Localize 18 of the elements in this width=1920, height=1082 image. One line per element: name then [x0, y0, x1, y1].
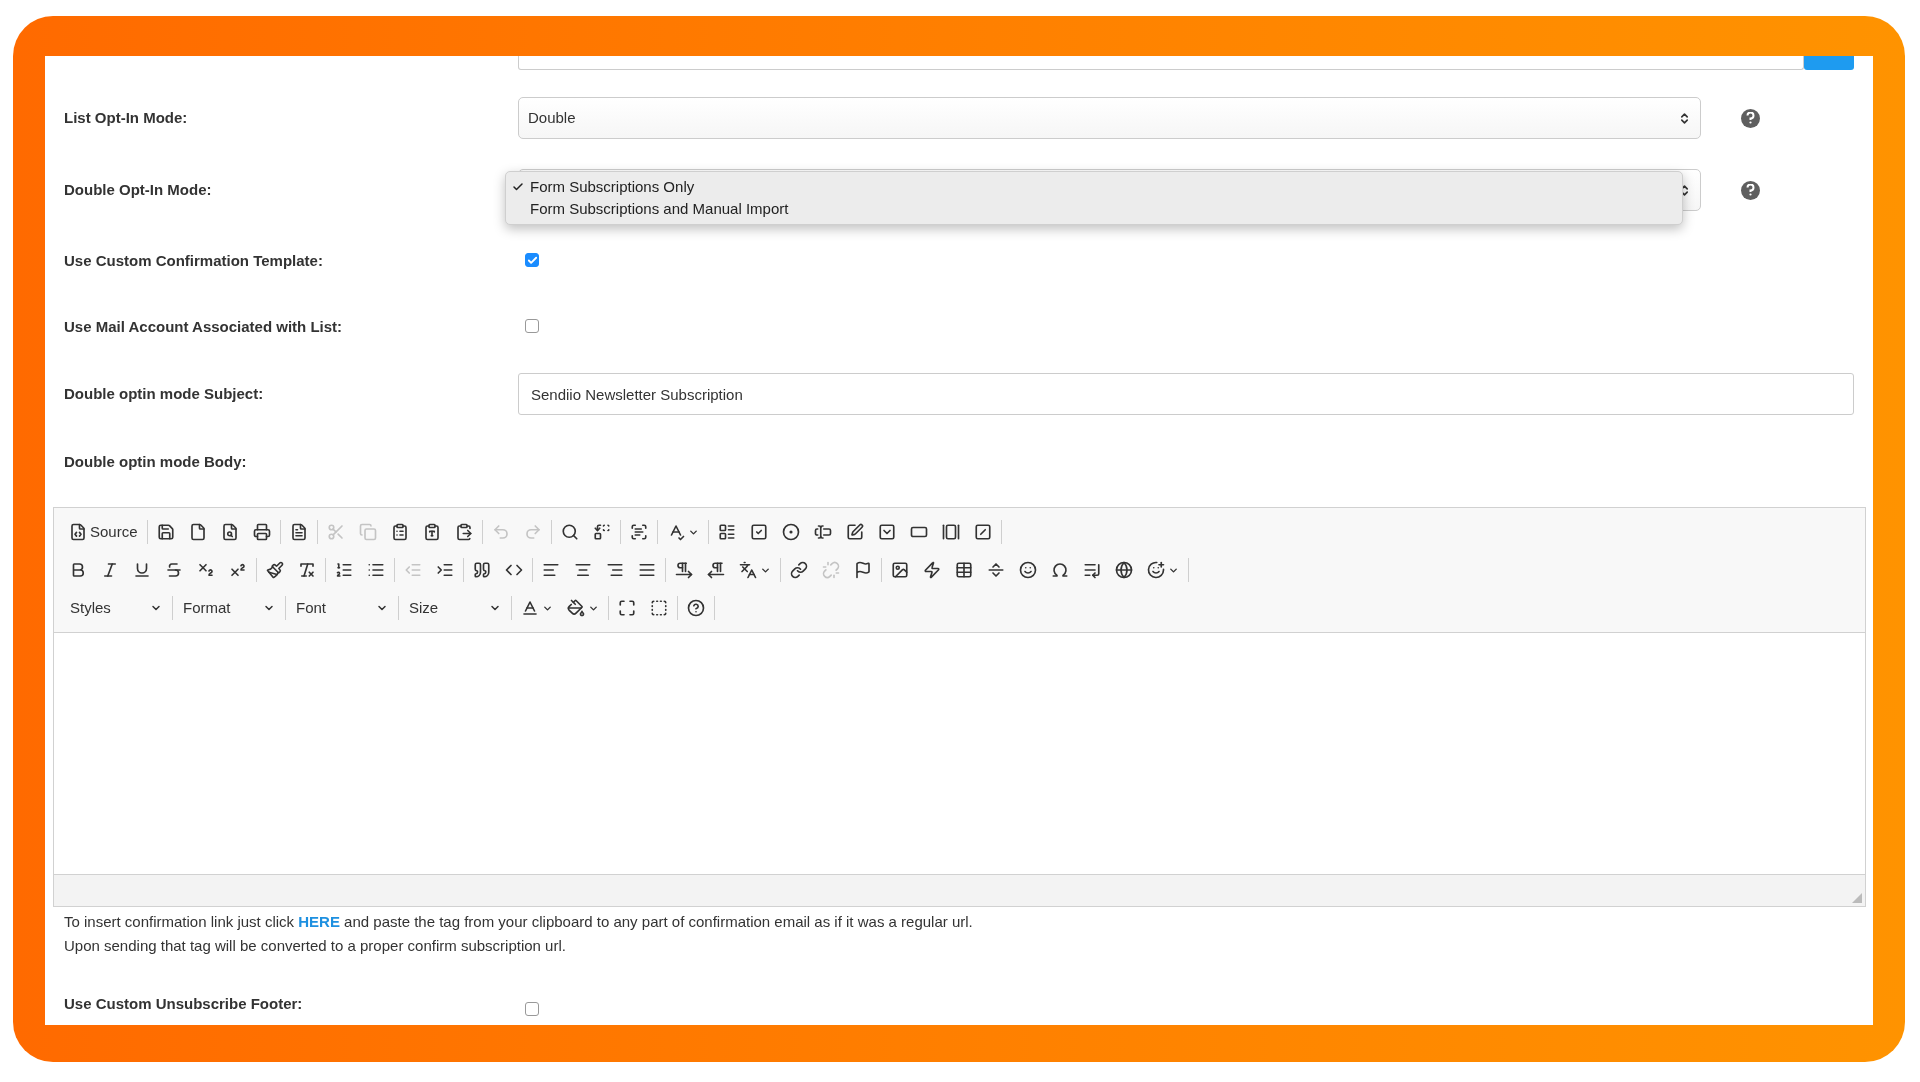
- field-label: Use Custom Confirmation Template:: [64, 251, 324, 271]
- toolbar-combo[interactable]: Size: [401, 594, 509, 622]
- select-field[interactable]: Double: [518, 97, 1701, 139]
- field-label: Double optin mode Subject:: [64, 383, 265, 404]
- menu-option[interactable]: Form Subscriptions and Manual Import: [530, 197, 789, 221]
- toolbar-combo[interactable]: Format: [175, 594, 283, 622]
- help-text: To insert confirmation link just click HERE and paste the tag from your clipboard to any part of confirmation email as if it was a regular url.: [64, 912, 974, 932]
- field-label: Use Mail Account Associated with List:: [64, 317, 344, 337]
- toolbar-combo[interactable]: Font: [288, 594, 396, 622]
- field-label: List Opt-In Mode:: [64, 107, 189, 128]
- subject-field[interactable]: Sendiio Newsletter Subscription: [518, 373, 1854, 415]
- toolbar-combo[interactable]: Styles: [62, 594, 170, 622]
- menu-option[interactable]: Form Subscriptions Only: [530, 175, 695, 199]
- toolbar-button[interactable]: Source: [62, 518, 145, 546]
- field-label: Double Opt-In Mode:: [64, 179, 213, 200]
- field-label: Double optin mode Body:: [64, 451, 248, 472]
- field-label: Use Custom Unsubscribe Footer:: [64, 994, 304, 1014]
- help-text: Upon sending that tag will be converted to a proper confirm subscription url.: [64, 936, 567, 956]
